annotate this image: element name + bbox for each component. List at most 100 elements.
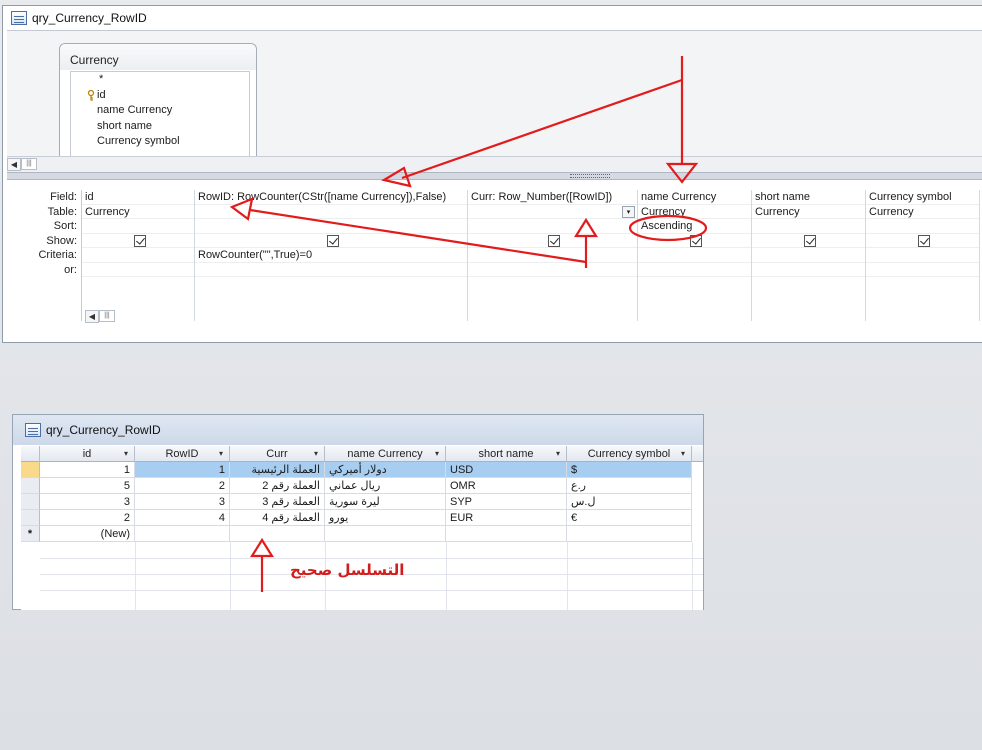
dropdown-arrow-icon[interactable]: ▾: [556, 446, 560, 462]
sort-cell[interactable]: [468, 219, 637, 234]
cell-short-name[interactable]: USD: [446, 462, 567, 478]
field-cell[interactable]: Curr: Row_Number([RowID]): [468, 190, 637, 205]
column-header[interactable]: id ▾: [40, 446, 135, 462]
sort-cell[interactable]: Ascending: [638, 219, 751, 234]
column-header[interactable]: Currency symbol ▾: [567, 446, 692, 462]
field-cell[interactable]: Currency symbol: [866, 190, 979, 205]
cell-id[interactable]: 2: [40, 510, 135, 526]
cell-short-name[interactable]: OMR: [446, 478, 567, 494]
scroll-thumb[interactable]: |||: [99, 310, 115, 322]
show-checkbox[interactable]: [548, 234, 560, 247]
cell-curr[interactable]: العملة رقم 3: [230, 494, 325, 510]
show-checkbox[interactable]: [918, 234, 930, 247]
table-cell[interactable]: [195, 205, 467, 219]
cell-rowid[interactable]: 1: [135, 462, 230, 478]
pane-splitter[interactable]: [7, 172, 982, 180]
table-field-list[interactable]: Currency * id name Currency short name C…: [59, 43, 257, 168]
table-cell[interactable]: Currency: [638, 205, 751, 219]
show-checkbox[interactable]: [804, 234, 816, 247]
column-header[interactable]: RowID ▾: [135, 446, 230, 462]
table-cell[interactable]: Currency: [82, 205, 194, 219]
record-selector[interactable]: [21, 494, 40, 510]
table-cell[interactable]: Currency: [752, 205, 865, 219]
table-row[interactable]: 3 3 العملة رقم 3 ليرة سورية SYP ل.س: [21, 494, 703, 510]
table-pane-scrollbar[interactable]: ◀ |||: [7, 156, 982, 172]
sort-cell[interactable]: [752, 219, 865, 234]
cell-id[interactable]: 3: [40, 494, 135, 510]
dropdown-arrow-icon[interactable]: ▾: [219, 446, 223, 462]
cell-rowid[interactable]: [135, 526, 230, 542]
grid-scrollbar[interactable]: ◀ |||: [85, 310, 982, 324]
cell-rowid[interactable]: 3: [135, 494, 230, 510]
field-item-currency-symbol[interactable]: Currency symbol: [71, 134, 249, 150]
cell-id[interactable]: 5: [40, 478, 135, 494]
cell-name-currency[interactable]: ليرة سورية: [325, 494, 446, 510]
cell-currency-symbol[interactable]: ر.ع: [567, 478, 692, 494]
table-cell[interactable]: ▾: [468, 205, 637, 219]
record-selector[interactable]: [21, 478, 40, 494]
cell-currency-symbol[interactable]: $: [567, 462, 692, 478]
field-cell[interactable]: id: [82, 190, 194, 205]
sort-cell[interactable]: [866, 219, 979, 234]
field-item-all[interactable]: *: [71, 72, 249, 88]
splitter-grip[interactable]: [570, 174, 610, 178]
dropdown-arrow-icon[interactable]: ▾: [124, 446, 128, 462]
sort-cell[interactable]: [195, 219, 467, 234]
cell-currency-symbol[interactable]: €: [567, 510, 692, 526]
show-checkbox[interactable]: [690, 234, 702, 247]
record-selector[interactable]: [21, 510, 40, 526]
show-checkbox[interactable]: [133, 234, 146, 247]
cell-curr[interactable]: العملة رقم 2: [230, 478, 325, 494]
sort-cell[interactable]: [82, 219, 194, 234]
column-header[interactable]: name Currency ▾: [325, 446, 446, 462]
criteria-cell[interactable]: [468, 248, 637, 263]
criteria-cell[interactable]: [638, 248, 751, 263]
or-cell[interactable]: [195, 263, 467, 277]
cell-rowid[interactable]: 4: [135, 510, 230, 526]
field-item-short-name[interactable]: short name: [71, 119, 249, 135]
new-record-row[interactable]: * (New): [21, 526, 703, 542]
cell-currency-symbol[interactable]: [567, 526, 692, 542]
cell-name-currency[interactable]: دولار أميركي: [325, 462, 446, 478]
field-cell[interactable]: short name: [752, 190, 865, 205]
dropdown-arrow-icon[interactable]: ▾: [681, 446, 685, 462]
show-checkbox[interactable]: [326, 234, 339, 247]
or-cell[interactable]: [468, 263, 637, 277]
dropdown-arrow-icon[interactable]: ▾: [435, 446, 439, 462]
scroll-left-icon[interactable]: ◀: [7, 158, 21, 171]
criteria-cell[interactable]: [82, 248, 194, 263]
cell-name-currency[interactable]: [325, 526, 446, 542]
scroll-left-icon[interactable]: ◀: [85, 310, 99, 323]
cell-curr[interactable]: العملة الرئيسية: [230, 462, 325, 478]
cell-rowid[interactable]: 2: [135, 478, 230, 494]
criteria-cell[interactable]: [866, 248, 979, 263]
scroll-thumb[interactable]: |||: [21, 158, 37, 170]
cell-curr[interactable]: العملة رقم 4: [230, 510, 325, 526]
table-row[interactable]: 1 1 العملة الرئيسية دولار أميركي USD $: [21, 462, 703, 478]
chevron-down-icon[interactable]: ▾: [622, 205, 635, 218]
column-header[interactable]: Curr ▾: [230, 446, 325, 462]
cell-short-name[interactable]: SYP: [446, 494, 567, 510]
field-cell[interactable]: name Currency: [638, 190, 751, 205]
cell-name-currency[interactable]: ريال عماني: [325, 478, 446, 494]
or-cell[interactable]: [866, 263, 979, 277]
cell-name-currency[interactable]: يورو: [325, 510, 446, 526]
select-all-corner[interactable]: [21, 446, 40, 462]
dropdown-arrow-icon[interactable]: ▾: [314, 446, 318, 462]
record-selector[interactable]: [21, 462, 40, 478]
cell-id[interactable]: (New): [40, 526, 135, 542]
cell-curr[interactable]: [230, 526, 325, 542]
cell-currency-symbol[interactable]: ل.س: [567, 494, 692, 510]
column-header[interactable]: short name ▾: [446, 446, 567, 462]
table-row[interactable]: 5 2 العملة رقم 2 ريال عماني OMR ر.ع: [21, 478, 703, 494]
or-cell[interactable]: [82, 263, 194, 277]
cell-id[interactable]: 1: [40, 462, 135, 478]
or-cell[interactable]: [752, 263, 865, 277]
cell-short-name[interactable]: EUR: [446, 510, 567, 526]
cell-short-name[interactable]: [446, 526, 567, 542]
field-cell[interactable]: RowID: RowCounter(CStr([name Currency]),…: [195, 190, 467, 205]
table-row[interactable]: 2 4 العملة رقم 4 يورو EUR €: [21, 510, 703, 526]
criteria-cell[interactable]: RowCounter("",True)=0: [195, 248, 467, 263]
criteria-cell[interactable]: [752, 248, 865, 263]
or-cell[interactable]: [638, 263, 751, 277]
